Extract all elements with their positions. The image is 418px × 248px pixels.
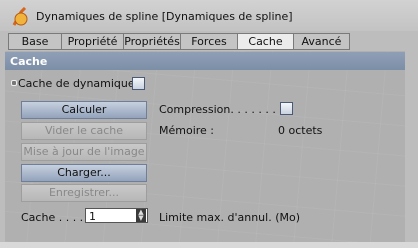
tab-cache[interactable]: Cache xyxy=(237,33,294,50)
undo-limit-label: Limite max. d'annul. (Mo) xyxy=(159,211,301,224)
save-button[interactable]: Enregistrer... xyxy=(21,184,147,202)
update-image-button[interactable]: Mise à jour de l'image xyxy=(21,143,147,161)
calculate-button[interactable]: Calculer xyxy=(21,101,147,119)
section-title: Cache xyxy=(10,55,48,68)
memory-label: Mémoire : xyxy=(159,124,215,137)
cache-field-label: Cache . . . . xyxy=(21,211,84,224)
tab-base[interactable]: Base xyxy=(8,33,62,50)
cache-dynamics-checkbox[interactable] xyxy=(132,77,145,90)
bottom-edge xyxy=(0,242,418,248)
compression-checkbox[interactable] xyxy=(280,102,293,115)
compression-label: Compression. . . . . . . . . xyxy=(159,103,290,116)
section-header xyxy=(5,52,405,70)
tab-bar: Base Propriété Propriétés Forces Cache A… xyxy=(8,33,350,50)
tab-avance[interactable]: Avancé xyxy=(293,33,350,50)
memory-value: 0 octets xyxy=(278,124,323,137)
up-down-arrows-icon[interactable]: ▲ ▼ xyxy=(136,209,146,222)
title-bar: Dynamiques de spline [Dynamiques de spli… xyxy=(0,0,418,31)
cache-dynamics-label: Cache de dynamiques xyxy=(18,77,141,90)
load-button[interactable]: Charger... xyxy=(21,164,147,182)
tab-forces[interactable]: Forces xyxy=(180,33,238,50)
tab-propriete[interactable]: Propriété xyxy=(61,33,124,50)
window-title: Dynamiques de spline [Dynamiques de spli… xyxy=(36,10,293,23)
tab-proprietes[interactable]: Propriétés xyxy=(123,33,181,50)
bullet-icon xyxy=(11,80,17,86)
cinema4d-logo-icon xyxy=(12,7,28,26)
clear-cache-button[interactable]: Vider le cache xyxy=(21,122,147,140)
